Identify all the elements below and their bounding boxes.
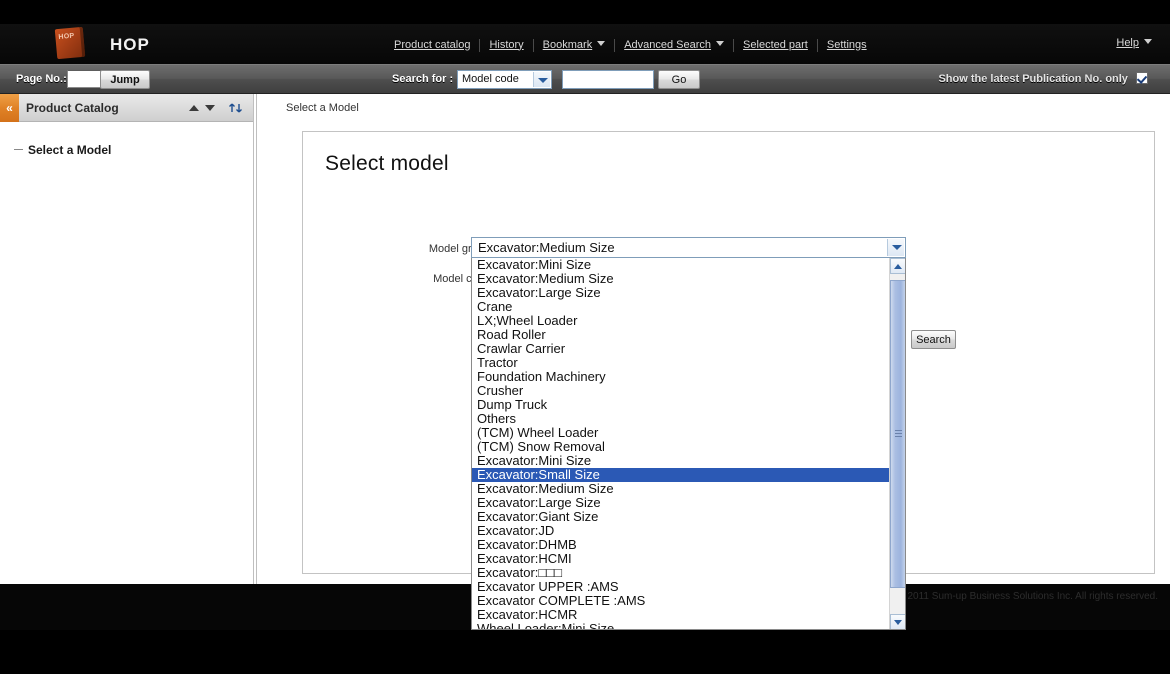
copyright-text: © 2011 Sum-up Business Solutions Inc. Al…: [897, 591, 1158, 602]
dropdown-option[interactable]: Excavator:HCMR: [472, 608, 891, 622]
search-model-button[interactable]: Search: [911, 330, 956, 349]
dropdown-option[interactable]: Excavator COMPLETE :AMS: [472, 594, 891, 608]
page-bottom-strip: [0, 674, 1170, 678]
grip-icon: [895, 430, 902, 438]
triangle-up-shape: [189, 105, 199, 111]
sidebar-collapse-button[interactable]: «: [0, 94, 19, 122]
chevron-down-icon: [597, 40, 606, 46]
nav-product-catalog[interactable]: Product catalog: [385, 39, 479, 52]
dropdown-option[interactable]: Dump Truck: [472, 398, 891, 412]
sidebar-tree: Select a Model: [0, 123, 253, 606]
select-model-card: Select model Model group Model code Exca…: [302, 131, 1155, 630]
latest-publication-checkbox[interactable]: [1136, 72, 1148, 84]
triangle-down-shape: [205, 105, 215, 111]
sidebar-header: « Product Catalog: [0, 94, 253, 122]
dropdown-option[interactable]: Crusher: [472, 384, 891, 398]
dropdown-option[interactable]: (TCM) Snow Removal: [472, 440, 891, 454]
dropdown-scrollbar[interactable]: [889, 258, 905, 629]
logo-glyph-text: HOP: [58, 32, 75, 41]
scroll-down-icon[interactable]: [890, 614, 905, 629]
scroll-up-icon[interactable]: [890, 258, 905, 274]
refresh-icon[interactable]: [228, 100, 244, 116]
nav-history[interactable]: History: [480, 39, 532, 52]
dropdown-option[interactable]: Wheel Loader:Mini Size: [472, 622, 891, 630]
help-menu-label: Help: [1116, 37, 1139, 49]
dropdown-option[interactable]: Excavator:HCMI: [472, 552, 891, 566]
model-group-dropdown-list[interactable]: Excavator:Mini Size Excavator:Medium Size…: [471, 258, 906, 630]
nav-advanced-search[interactable]: Advanced Search: [615, 39, 733, 52]
dropdown-option[interactable]: Excavator:Medium Size: [472, 272, 891, 286]
hop-logo-icon: HOP: [54, 26, 86, 60]
chevron-down-icon[interactable]: [533, 72, 550, 87]
breadcrumb: Select a Model: [286, 102, 359, 114]
search-type-selected-value: Model code: [462, 73, 519, 85]
dropdown-option[interactable]: Excavator:JD: [472, 524, 891, 538]
move-down-icon[interactable]: [202, 100, 218, 116]
search-type-select[interactable]: Model code: [457, 70, 552, 89]
sidebar-item-select-a-model[interactable]: Select a Model: [28, 143, 111, 157]
dropdown-option[interactable]: LX;Wheel Loader: [472, 314, 891, 328]
dropdown-option[interactable]: Foundation Machinery: [472, 370, 891, 384]
chevron-down-icon[interactable]: [887, 239, 904, 256]
search-toolbar: Page No.: Jump Search for : Model code G…: [0, 64, 1170, 94]
search-for-label: Search for :: [392, 73, 454, 85]
dropdown-option[interactable]: Excavator UPPER :AMS: [472, 580, 891, 594]
go-button[interactable]: Go: [658, 70, 700, 89]
help-menu[interactable]: Help: [1116, 37, 1152, 49]
dropdown-option[interactable]: Excavator:Large Size: [472, 286, 891, 300]
move-up-icon[interactable]: [186, 100, 202, 116]
dropdown-option[interactable]: Tractor: [472, 356, 891, 370]
nav-bookmark-label: Bookmark: [542, 38, 593, 51]
model-group-select[interactable]: Excavator:Medium Size: [471, 237, 906, 258]
dropdown-option[interactable]: Others: [472, 412, 891, 426]
model-group-option-list[interactable]: Excavator:Mini Size Excavator:Medium Size…: [472, 258, 891, 630]
sidebar-title: Product Catalog: [26, 101, 119, 115]
dropdown-option[interactable]: Excavator:Mini Size: [472, 258, 891, 272]
dropdown-option[interactable]: Excavator:Giant Size: [472, 510, 891, 524]
scrollbar-thumb[interactable]: [890, 280, 905, 588]
page-no-label: Page No.:: [16, 73, 67, 85]
jump-button[interactable]: Jump: [100, 70, 150, 89]
dropdown-option[interactable]: (TCM) Wheel Loader: [472, 426, 891, 440]
nav-advanced-search-label: Advanced Search: [624, 38, 712, 51]
latest-publication-label: Show the latest Publication No. only: [938, 73, 1128, 85]
chevron-down-icon: [1144, 39, 1152, 44]
brand-title: HOP: [110, 35, 150, 54]
search-type-select-box[interactable]: Model code: [457, 70, 552, 89]
chevron-down-icon: [716, 40, 725, 46]
dropdown-option[interactable]: Excavator:Mini Size: [472, 454, 891, 468]
application-window: HOP HOP Product catalog History Bookmark…: [0, 0, 1170, 678]
dropdown-option[interactable]: Excavator:DHMB: [472, 538, 891, 552]
nav-settings[interactable]: Settings: [818, 39, 876, 52]
dropdown-option[interactable]: Crawlar Carrier: [472, 342, 891, 356]
dropdown-option[interactable]: Excavator:Small Size: [472, 468, 891, 482]
dropdown-option[interactable]: Excavator:Medium Size: [472, 482, 891, 496]
nav-selected-part[interactable]: Selected part: [734, 39, 817, 52]
dropdown-option[interactable]: Excavator:□□□: [472, 566, 891, 580]
primary-navigation: Product catalog History Bookmark Advance…: [385, 37, 876, 53]
dropdown-option[interactable]: Road Roller: [472, 328, 891, 342]
model-group-selected-value: Excavator:Medium Size: [478, 240, 615, 255]
top-header-bar: HOP HOP Product catalog History Bookmark…: [0, 24, 1170, 64]
nav-bookmark[interactable]: Bookmark: [534, 39, 615, 52]
page-body: « Product Catalog Select a Model Select …: [0, 94, 1170, 678]
dropdown-option[interactable]: Excavator:Large Size: [472, 496, 891, 510]
page-title: Select model: [325, 152, 449, 175]
dropdown-option[interactable]: Crane: [472, 300, 891, 314]
search-keyword-input[interactable]: [562, 70, 654, 89]
sidebar-divider: [253, 94, 254, 606]
content-divider: [256, 94, 257, 606]
tree-expander-icon[interactable]: [14, 149, 23, 150]
latest-publication-toggle[interactable]: Show the latest Publication No. only: [938, 72, 1148, 85]
